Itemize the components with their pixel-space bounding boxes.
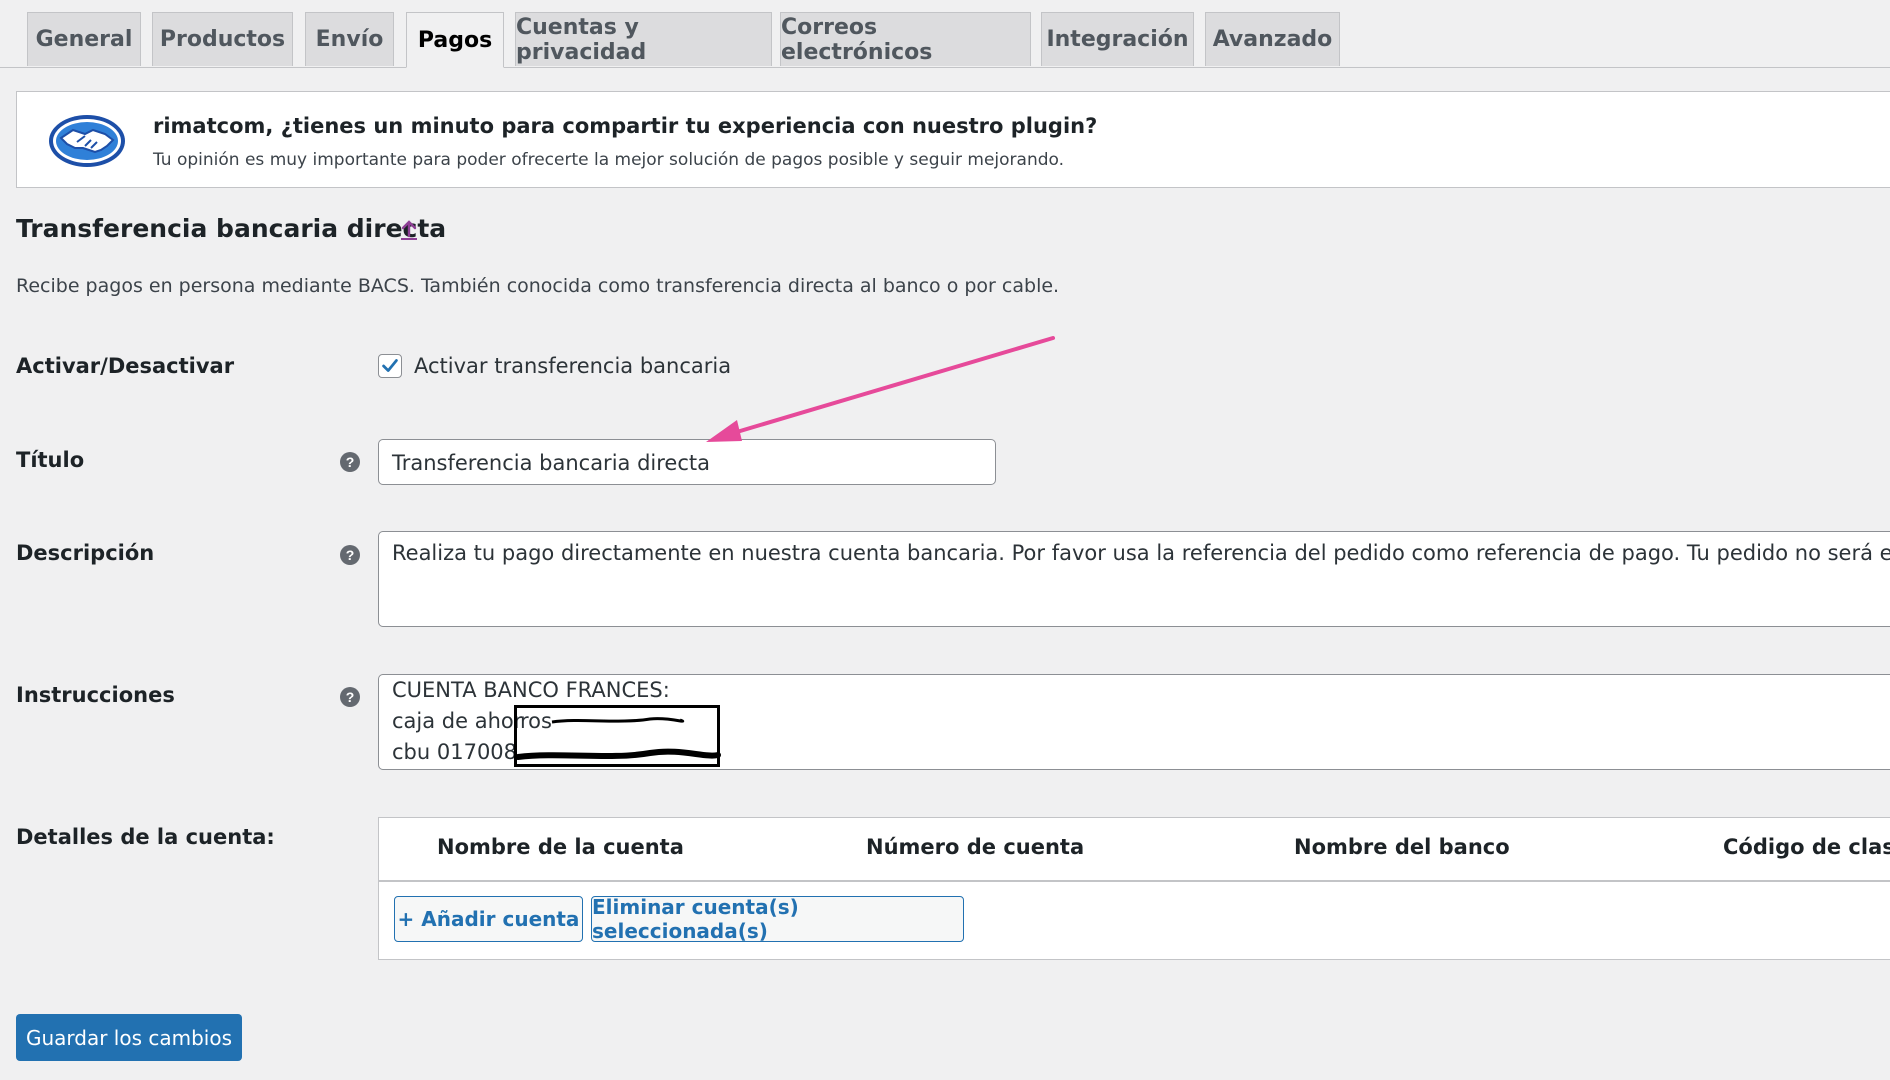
tab-cuentas-privacidad[interactable]: Cuentas y privacidad xyxy=(515,12,772,66)
instructions-line: caja de ahor xyxy=(392,709,523,733)
tab-integracion[interactable]: Integración xyxy=(1041,12,1194,66)
section-description: Recibe pagos en persona mediante BACS. T… xyxy=(16,275,1060,297)
add-account-button[interactable]: + Añadir cuenta xyxy=(394,896,583,942)
remove-accounts-button[interactable]: Eliminar cuenta(s) seleccionada(s) xyxy=(591,895,964,943)
save-button[interactable]: Guardar los cambios xyxy=(16,1014,242,1061)
instructions-line: cbu 017008 xyxy=(392,740,518,764)
enable-checkbox[interactable] xyxy=(378,354,402,378)
svg-text:?: ? xyxy=(346,547,355,563)
title-label: Título xyxy=(16,448,85,472)
account-details-label: Detalles de la cuenta: xyxy=(16,825,275,849)
title-input[interactable]: Transferencia bancaria directa xyxy=(378,439,996,485)
settings-tabs: General Productos Envío Pagos Cuentas y … xyxy=(0,0,1890,68)
settings-page: General Productos Envío Pagos Cuentas y … xyxy=(0,0,1890,1080)
accounts-table-header: Nombre de la cuenta Número de cuenta Nom… xyxy=(379,818,1890,882)
handshake-icon xyxy=(49,115,125,167)
tab-avanzado[interactable]: Avanzado xyxy=(1205,12,1340,66)
instructions-label: Instrucciones xyxy=(16,683,175,707)
column-account-name: Nombre de la cuenta xyxy=(437,835,684,859)
help-icon[interactable]: ? xyxy=(339,686,361,708)
checkmark-icon xyxy=(382,359,398,372)
notice-title: rimatcom, ¿tienes un minuto para compart… xyxy=(153,114,1098,138)
redaction-box xyxy=(514,705,720,767)
tab-envio[interactable]: Envío xyxy=(305,12,394,66)
return-arrow-icon[interactable] xyxy=(398,218,420,242)
column-sort-code: Código de clasif xyxy=(1723,835,1890,859)
feedback-notice: rimatcom, ¿tienes un minuto para compart… xyxy=(16,91,1890,188)
description-textarea[interactable]: Realiza tu pago directamente en nuestra … xyxy=(378,531,1890,627)
notice-text: Tu opinión es muy importante para poder … xyxy=(153,150,1065,170)
tab-correos[interactable]: Correos electrónicos xyxy=(780,12,1031,66)
column-account-number: Número de cuenta xyxy=(866,835,1085,859)
tab-general[interactable]: General xyxy=(27,12,141,66)
svg-text:?: ? xyxy=(346,454,355,470)
enable-label: Activar/Desactivar xyxy=(16,354,235,378)
tab-productos[interactable]: Productos xyxy=(152,12,293,66)
page-title: Transferencia bancaria directa xyxy=(16,214,447,243)
svg-text:?: ? xyxy=(346,689,355,705)
instructions-line: CUENTA BANCO FRANCES: xyxy=(392,678,670,702)
enable-checkbox-label[interactable]: Activar transferencia bancaria xyxy=(414,354,731,378)
column-bank-name: Nombre del banco xyxy=(1294,835,1510,859)
help-icon[interactable]: ? xyxy=(339,544,361,566)
description-label: Descripción xyxy=(16,541,155,565)
tab-pagos[interactable]: Pagos xyxy=(406,12,504,68)
help-icon[interactable]: ? xyxy=(339,451,361,473)
